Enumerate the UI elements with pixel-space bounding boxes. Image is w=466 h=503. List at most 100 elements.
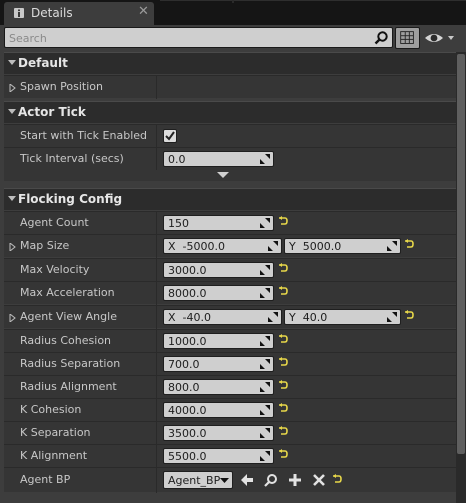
column-divider — [156, 76, 157, 99]
drag-spin-icon[interactable] — [260, 382, 270, 392]
category-flocking-config[interactable]: Flocking Config — [4, 188, 456, 210]
search-icon[interactable] — [373, 30, 389, 46]
column-divider — [156, 353, 157, 376]
property-matrix-button[interactable] — [395, 27, 420, 49]
radius-alignment-label: Radius Alignment — [20, 380, 117, 393]
clear-x-icon[interactable] — [311, 472, 327, 488]
row-agent-bp: Agent BP Agent_BP — [4, 467, 456, 493]
column-divider — [156, 282, 157, 305]
map-size-y-axis-label: Y — [289, 240, 296, 253]
drag-spin-icon[interactable] — [260, 405, 270, 415]
agent-bp-class-picker[interactable]: Agent_BP — [163, 471, 233, 489]
column-divider — [156, 306, 157, 329]
drag-spin-icon[interactable] — [260, 336, 270, 346]
tick-interval-field[interactable]: 0.0 — [163, 151, 274, 167]
reset-to-default-icon[interactable] — [278, 286, 288, 296]
view-options-eye-icon[interactable] — [423, 29, 461, 47]
drag-spin-icon[interactable] — [260, 428, 270, 438]
column-divider — [156, 422, 157, 445]
drag-spin-icon[interactable] — [387, 312, 397, 322]
drag-spin-icon[interactable] — [260, 154, 270, 164]
reset-to-default-icon[interactable] — [278, 357, 288, 367]
browse-search-icon[interactable] — [263, 472, 279, 488]
max-velocity-field[interactable]: 3000.0 — [163, 262, 274, 278]
details-panel: Default Spawn Position Actor Tick Start … — [0, 25, 466, 503]
vertical-scrollbar[interactable] — [456, 52, 466, 503]
column-divider — [156, 235, 157, 258]
agent-view-angle-y-field[interactable]: Y 40.0 — [284, 309, 401, 325]
radius-separation-value: 700.0 — [168, 358, 200, 371]
drag-spin-icon[interactable] — [260, 218, 270, 228]
drag-spin-icon[interactable] — [260, 265, 270, 275]
k-separation-field[interactable]: 3500.0 — [163, 425, 274, 441]
drag-spin-icon[interactable] — [268, 241, 278, 251]
max-acceleration-field[interactable]: 8000.0 — [163, 285, 274, 301]
drag-spin-icon[interactable] — [260, 451, 270, 461]
row-spawn-position: Spawn Position — [4, 75, 456, 99]
agent-view-angle-x-field[interactable]: X -40.0 — [163, 309, 282, 325]
k-cohesion-label: K Cohesion — [20, 403, 82, 416]
agent-bp-value: Agent_BP — [168, 474, 221, 487]
reset-to-default-icon[interactable] — [278, 380, 288, 390]
map-size-y-field[interactable]: Y 5000.0 — [284, 238, 401, 254]
row-k-cohesion: K Cohesion 4000.0 — [4, 398, 456, 422]
reset-to-default-icon[interactable] — [404, 310, 414, 320]
reset-to-default-icon[interactable] — [278, 403, 288, 413]
column-divider — [156, 259, 157, 282]
reset-to-default-icon[interactable] — [278, 216, 288, 226]
expand-arrow-icon[interactable] — [9, 314, 16, 322]
k-alignment-value: 5500.0 — [168, 450, 207, 463]
agent-view-angle-x-value: -40.0 — [182, 311, 212, 324]
drag-spin-icon[interactable] — [260, 288, 270, 298]
k-separation-value: 3500.0 — [168, 427, 207, 440]
row-tick-interval: Tick Interval (secs) 0.0 — [4, 147, 456, 171]
map-size-x-field[interactable]: X -5000.0 — [163, 238, 282, 254]
drag-spin-icon[interactable] — [268, 312, 278, 322]
search-input[interactable] — [9, 30, 369, 46]
column-divider — [156, 376, 157, 399]
category-actor-tick[interactable]: Actor Tick — [4, 101, 456, 123]
k-cohesion-field[interactable]: 4000.0 — [163, 402, 274, 418]
agent-view-angle-y-axis-label: Y — [289, 311, 296, 324]
chevron-down-icon — [220, 478, 229, 483]
start-with-tick-checkbox[interactable] — [163, 129, 177, 143]
row-max-acceleration: Max Acceleration 8000.0 — [4, 281, 456, 305]
expand-arrow-icon[interactable] — [9, 84, 16, 92]
category-default[interactable]: Default — [4, 52, 456, 74]
reset-to-default-icon[interactable] — [278, 334, 288, 344]
category-collapse-icon — [8, 109, 16, 114]
row-start-with-tick: Start with Tick Enabled — [4, 124, 456, 148]
row-radius-separation: Radius Separation 700.0 — [4, 352, 456, 376]
k-cohesion-value: 4000.0 — [168, 404, 207, 417]
map-size-y-value: 5000.0 — [302, 240, 342, 253]
column-divider — [156, 212, 157, 235]
column-divider — [156, 468, 157, 493]
k-alignment-field[interactable]: 5500.0 — [163, 448, 274, 464]
radius-alignment-field[interactable]: 800.0 — [163, 379, 274, 395]
reset-to-default-icon[interactable] — [278, 449, 288, 459]
reset-to-default-icon[interactable] — [278, 426, 288, 436]
expand-arrow-icon[interactable] — [9, 243, 16, 251]
checkmark-icon — [165, 131, 175, 141]
category-collapse-icon — [8, 196, 16, 201]
close-tab-icon[interactable]: ✕ — [138, 4, 149, 19]
row-max-velocity: Max Velocity 3000.0 — [4, 258, 456, 282]
advanced-expander[interactable] — [4, 170, 456, 181]
radius-separation-field[interactable]: 700.0 — [163, 356, 274, 372]
radius-cohesion-field[interactable]: 1000.0 — [163, 333, 274, 349]
add-new-plus-icon[interactable] — [287, 472, 303, 488]
scrollbar-thumb[interactable] — [457, 54, 465, 454]
drag-spin-icon[interactable] — [387, 241, 397, 251]
max-velocity-value: 3000.0 — [168, 264, 207, 277]
agent-count-field[interactable]: 150 — [163, 215, 274, 231]
search-box[interactable] — [4, 27, 393, 48]
tab-details[interactable]: Details ✕ — [4, 2, 154, 25]
drag-spin-icon[interactable] — [260, 359, 270, 369]
agent-view-angle-y-value: 40.0 — [302, 311, 328, 324]
reset-to-default-icon[interactable] — [278, 263, 288, 273]
reset-to-default-icon[interactable] — [404, 239, 414, 249]
map-size-x-axis-label: X — [168, 240, 176, 253]
column-divider — [156, 399, 157, 422]
reset-to-default-icon[interactable] — [332, 474, 342, 484]
use-selected-arrow-icon[interactable] — [239, 472, 255, 488]
